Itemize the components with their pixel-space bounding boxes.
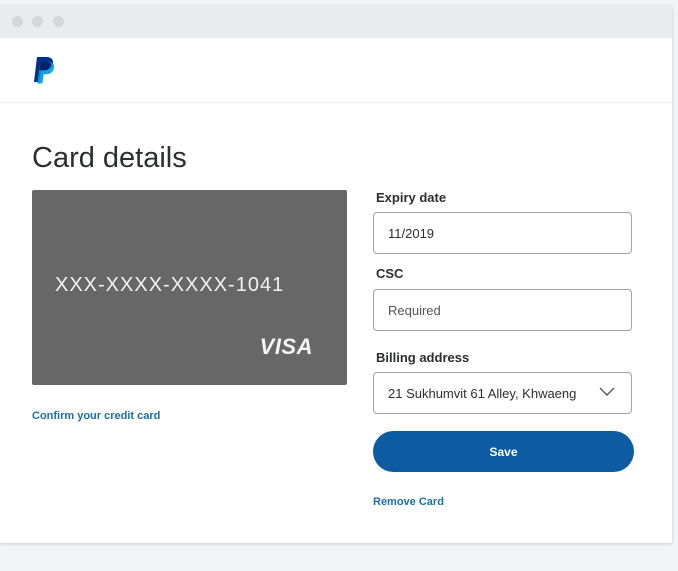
billing-address-label: Billing address xyxy=(376,350,470,365)
paypal-logo-icon[interactable] xyxy=(31,56,57,84)
window-titlebar xyxy=(0,5,672,38)
window-close-dot[interactable] xyxy=(12,16,23,27)
visa-logo-icon: VISA xyxy=(259,334,313,359)
chevron-down-icon xyxy=(599,387,615,396)
page-header xyxy=(0,38,672,103)
csc-input[interactable] xyxy=(373,289,632,331)
card-number: XXX-XXXX-XXXX-1041 xyxy=(55,274,285,296)
remove-card-link[interactable]: Remove Card xyxy=(373,496,444,508)
save-button[interactable]: Save xyxy=(373,431,634,472)
confirm-card-link[interactable]: Confirm your credit card xyxy=(32,410,160,422)
window-maximize-dot[interactable] xyxy=(53,16,64,27)
billing-address-value: 21 Sukhumvit 61 Alley, Khwaeng xyxy=(388,385,577,401)
credit-card-preview: XXX-XXXX-XXXX-1041 VISA xyxy=(32,190,347,385)
billing-address-select[interactable]: 21 Sukhumvit 61 Alley, Khwaeng xyxy=(373,372,632,414)
expiry-date-input[interactable] xyxy=(373,212,632,254)
page-title: Card details xyxy=(32,142,187,174)
browser-window: Card details XXX-XXXX-XXXX-1041 VISA Con… xyxy=(0,5,672,543)
window-minimize-dot[interactable] xyxy=(32,16,43,27)
expiry-label: Expiry date xyxy=(376,190,447,205)
csc-label: CSC xyxy=(376,266,404,281)
